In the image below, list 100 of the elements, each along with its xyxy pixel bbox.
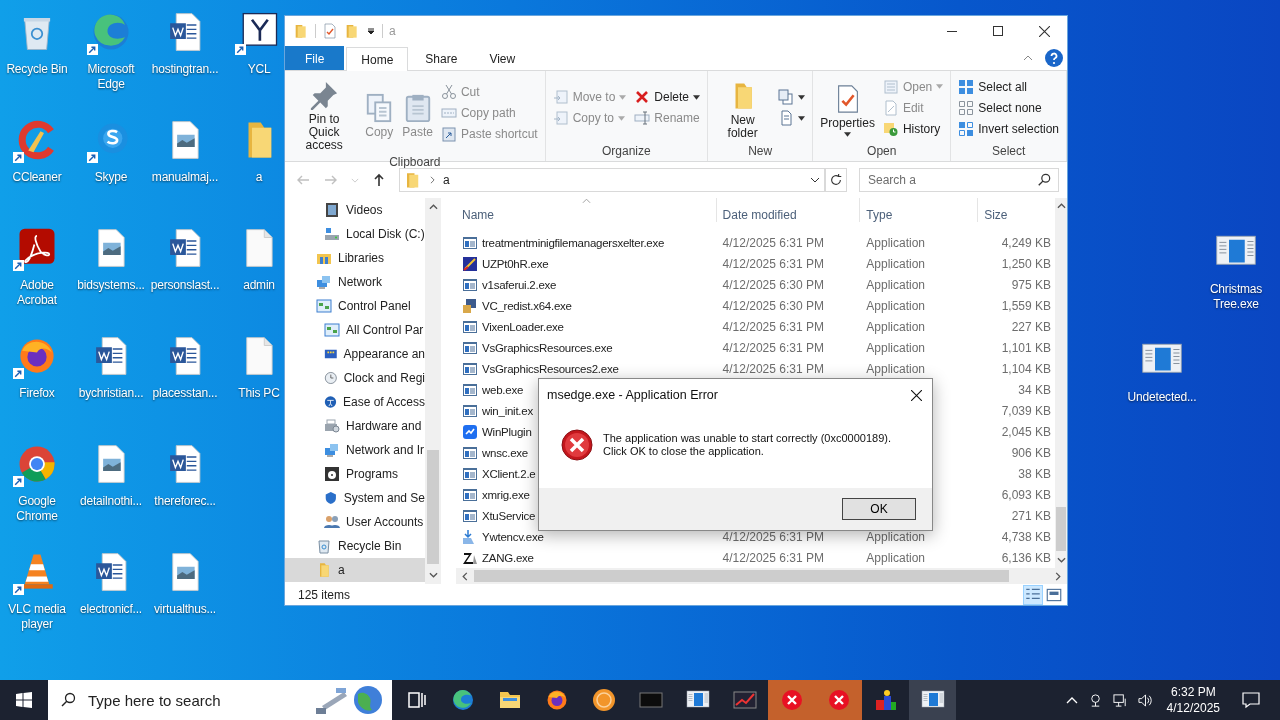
chevron-up-icon[interactable] [1065,696,1078,704]
ribbon-button[interactable]: Delete [631,88,704,106]
file-name[interactable]: wnsc.exe [482,446,528,459]
nav-item[interactable]: Libraries [285,246,425,270]
installer-icon [462,297,478,314]
dropdown-icon[interactable] [366,26,376,36]
ribbon-tab[interactable]: Home [346,47,409,71]
taskbar-app[interactable] [909,680,956,720]
column-header[interactable]: Type [860,198,979,222]
nav-item[interactable]: Network and Ir [285,438,425,462]
scroll-down-icon[interactable] [428,572,438,578]
scroll-right-icon[interactable] [1055,571,1061,581]
search-icon[interactable] [1037,173,1051,187]
error-icon [779,688,804,712]
new-item-icon [778,89,795,105]
nav-item[interactable]: Control Panel [285,294,425,318]
scroll-left-icon[interactable] [462,571,468,581]
users-icon [324,514,340,530]
icon-label[interactable]: a [255,170,263,185]
file-name[interactable]: VC_redist.x64.exe [482,299,572,312]
nav-item[interactable]: Recycle Bin [285,534,425,558]
ribbon-button[interactable]: Invert selection [955,119,1062,138]
clock-time[interactable]: 6:32 PM [1170,684,1216,700]
details-view-icon[interactable] [1024,585,1042,604]
file-name[interactable]: XClient.2.e [482,467,536,480]
file-name[interactable]: XtuService [482,509,536,522]
ribbon-button[interactable]: New folder [712,74,774,141]
icon-label[interactable]: Christmas Tree.exe [1198,282,1274,312]
help-icon[interactable] [1045,49,1063,67]
scroll-up-icon[interactable] [1056,203,1066,209]
file-name[interactable]: treatmentminigfilemanagersxelter.exe [482,236,665,249]
select-none-icon [958,99,975,116]
file-name[interactable]: VsGraphicsResources.exe [482,341,613,354]
nav-item[interactable]: Videos [285,198,425,222]
refresh-button[interactable] [825,168,847,192]
film-icon [324,202,340,218]
size-cell-text: 38 KB [1017,466,1052,481]
nav-item[interactable]: Hardware and [285,414,425,438]
file-name[interactable]: UZPt0hR.exe [482,257,549,270]
nav-item[interactable]: a [285,558,425,582]
size-cell-text: 271 KB [1010,508,1052,523]
file-name[interactable]: Ywtencv.exe [482,530,544,543]
icon-label[interactable]: This PC [238,386,280,401]
ribbon-tab[interactable]: View [474,46,531,70]
file-name[interactable]: ZANG.exe [482,551,534,564]
volume-icon[interactable] [1137,692,1153,708]
address-bar[interactable]: a [399,168,825,192]
notification-icon[interactable] [1242,691,1260,709]
search-field[interactable]: Search a [859,168,1059,192]
nav-item[interactable]: User Accounts [285,510,425,534]
nav-item[interactable]: All Control Par [285,318,425,342]
app-icon [462,255,478,272]
icon-label[interactable]: admin [243,278,275,293]
nav-item[interactable]: Ease of Access [285,390,425,414]
horizontal-scrollbar[interactable] [456,568,1067,584]
nav-item[interactable]: Appearance an [285,342,425,366]
scrollbar-thumb[interactable] [474,570,1009,582]
scrollbar-thumb[interactable] [427,450,439,564]
ribbon-tab[interactable]: File [285,46,345,70]
close-icon [1038,25,1050,37]
icon-label[interactable]: YCL [247,62,271,77]
nav-item[interactable]: Programs [285,462,425,486]
ok-button[interactable]: OK [842,498,916,520]
close-icon[interactable] [911,389,922,401]
group-label: New [747,143,774,160]
ribbon-button[interactable]: History [879,119,947,138]
scrollbar[interactable] [425,198,441,584]
scrollbar-thumb[interactable] [1056,507,1066,551]
ribbon-button[interactable]: Pin to Quick access [289,73,360,153]
nav-item[interactable]: Network [285,270,425,294]
network-icon[interactable] [1112,692,1128,708]
window-title: a [389,24,396,38]
chevron-down-icon[interactable] [810,177,820,183]
properties-icon[interactable] [322,23,338,39]
file-name[interactable]: VixenLoader.exe [482,320,564,333]
file-name[interactable]: win_init.ex [482,404,533,417]
scroll-down-icon[interactable] [1056,557,1066,563]
nav-item[interactable]: System and Se [285,486,425,510]
file-name[interactable]: web.exe [482,383,524,396]
ribbon-tab[interactable]: Share [410,46,473,70]
scrollbar[interactable] [1055,198,1067,568]
clock-icon [324,370,338,386]
column-header[interactable]: Size [978,198,1055,222]
clock-date[interactable]: 4/12/2025 [1166,700,1220,716]
file-name[interactable]: WinPlugin [482,425,532,438]
nav-item[interactable]: Local Disk (C:) [285,222,425,246]
nav-item[interactable]: Clock and Regi [285,366,425,390]
ribbon-button[interactable]: Properties [817,77,878,138]
path-icon [440,105,457,121]
ribbon-button[interactable]: Select all [955,77,1062,96]
scroll-up-icon[interactable] [428,204,438,210]
size-cell-text: 975 KB [1010,277,1052,292]
column-header[interactable]: Name [456,198,717,222]
icon-label[interactable]: Undetected... [1127,390,1197,405]
file-name[interactable]: VsGraphicsResources2.exe [482,362,619,375]
file-name[interactable]: xmrig.exe [482,488,530,501]
column-header[interactable]: Date modified [716,198,861,222]
ribbon-button[interactable]: Select none [955,98,1062,117]
file-name[interactable]: v1saferui.2.exe [482,278,557,291]
collapse-ribbon-icon[interactable] [1023,55,1033,61]
